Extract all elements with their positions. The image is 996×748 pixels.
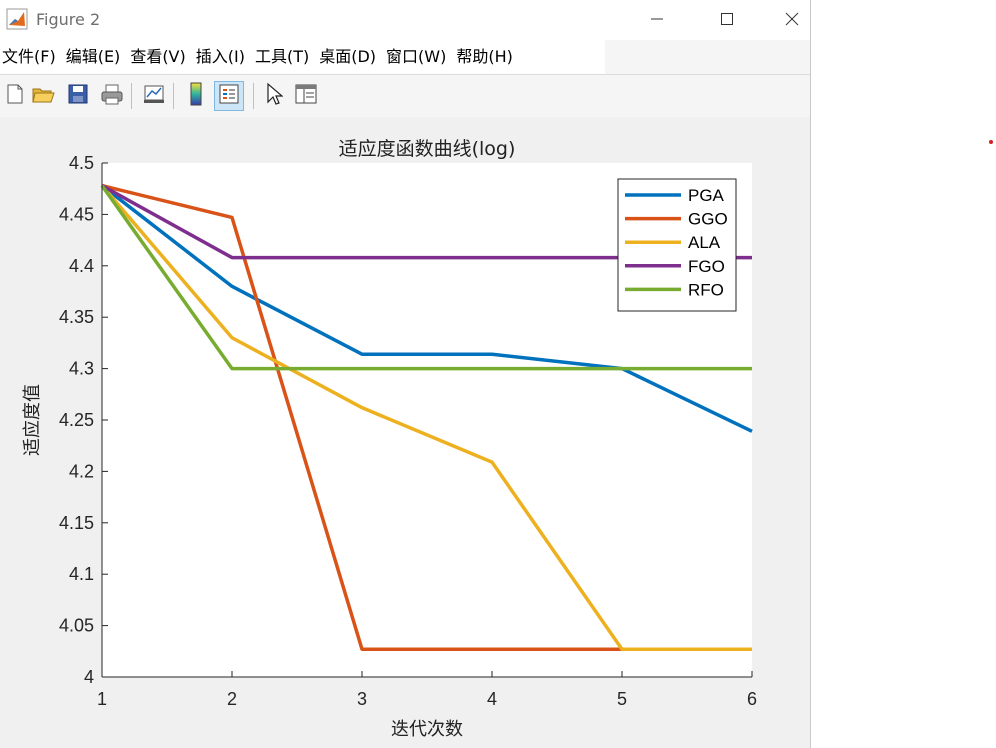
y-tick-label: 4.3 [69,359,94,379]
line-chart: 1 2 3 4 5 6 4 4.05 4.1 4.15 4.2 4.25 4.3 4.35 4.4 4.45… [22,138,757,740]
minimize-button[interactable] [634,0,680,40]
insert-legend-button[interactable] [214,81,244,111]
close-icon [785,11,799,30]
menu-desktop[interactable]: 桌面(D) [317,40,384,74]
property-inspector-button[interactable] [291,81,321,111]
close-button[interactable] [774,0,810,40]
insert-colorbar-button[interactable] [181,81,211,111]
pointer-button[interactable] [259,81,289,111]
x-axis-label: 迭代次数 [391,719,463,740]
y-tick-label: 4.35 [59,307,94,327]
menu-view[interactable]: 查看(V) [128,40,193,74]
toolbar [0,74,810,118]
y-tick-label: 4.45 [59,204,94,224]
x-tick-label: 5 [617,689,627,709]
y-tick-label: 4.2 [69,461,94,481]
y-axis-label: 适应度值 [22,384,43,456]
x-tick-label: 2 [227,689,237,709]
link-plot-button[interactable] [139,81,169,111]
x-tick-label: 1 [97,689,107,709]
save-button[interactable] [63,81,93,111]
legend-label: FGO [688,257,725,276]
y-tick-label: 4.05 [59,616,94,636]
toolbar-separator [131,83,132,109]
insert-legend-icon [218,83,240,109]
menu-help[interactable]: 帮助(H) [454,40,521,74]
link-plot-icon [142,83,166,109]
toolbar-separator [253,83,254,109]
chart-title: 适应度函数曲线(log) [339,138,516,160]
toolbar-separator [173,83,174,109]
window-title: Figure 2 [36,10,101,29]
menu-edit[interactable]: 编辑(E) [64,40,129,74]
figure-canvas: 1 2 3 4 5 6 4 4.05 4.1 4.15 4.2 4.25 4.3 4.35 4.4 4.45… [0,117,810,748]
new-figure-icon [4,83,26,109]
print-button[interactable] [97,81,127,111]
y-tick-label: 4.5 [69,153,94,173]
maximize-icon [720,11,734,30]
open-file-icon [31,83,55,109]
x-tick-label: 3 [357,689,367,709]
pointer-icon [265,82,284,110]
menu-window[interactable]: 窗口(W) [384,40,454,74]
menu-file[interactable]: 文件(F) [0,40,64,74]
y-tick-label: 4.15 [59,513,94,533]
x-tick-label: 6 [747,689,757,709]
save-icon [67,83,89,109]
title-bar: Figure 2 [0,0,810,40]
minimize-icon [650,11,664,30]
new-figure-button[interactable] [0,81,30,111]
x-tick-label: 4 [487,689,497,709]
y-tick-label: 4.4 [69,256,94,276]
menu-bar-filler [605,40,810,74]
stray-dot [989,140,993,144]
open-file-button[interactable] [28,81,58,111]
y-axis-ticks: 4 4.05 4.1 4.15 4.2 4.25 4.3 4.35 4.4 4.45 4.5 [59,153,108,687]
y-tick-label: 4.1 [69,564,94,584]
property-inspector-icon [294,83,318,109]
menu-insert[interactable]: 插入(I) [194,40,253,74]
legend-label: PGA [688,186,725,205]
y-tick-label: 4 [84,667,94,687]
menu-tools[interactable]: 工具(T) [253,40,317,74]
insert-colorbar-icon [188,82,204,110]
legend-label: GGO [688,210,728,229]
legend[interactable]: PGA GGO ALA FGO RFO [617,178,737,312]
maximize-button[interactable] [704,0,750,40]
legend-label: RFO [688,280,724,299]
menu-bar: 文件(F) 编辑(E) 查看(V) 插入(I) 工具(T) 桌面(D) 窗口(W… [0,40,605,74]
print-icon [100,83,124,109]
legend-label: ALA [688,233,721,252]
matlab-logo-icon [6,8,28,30]
figure-window: Figure 2 文件(F) 编辑(E) 查看(V) 插入(I) 工具(T) 桌… [0,0,811,748]
y-tick-label: 4.25 [59,410,94,430]
